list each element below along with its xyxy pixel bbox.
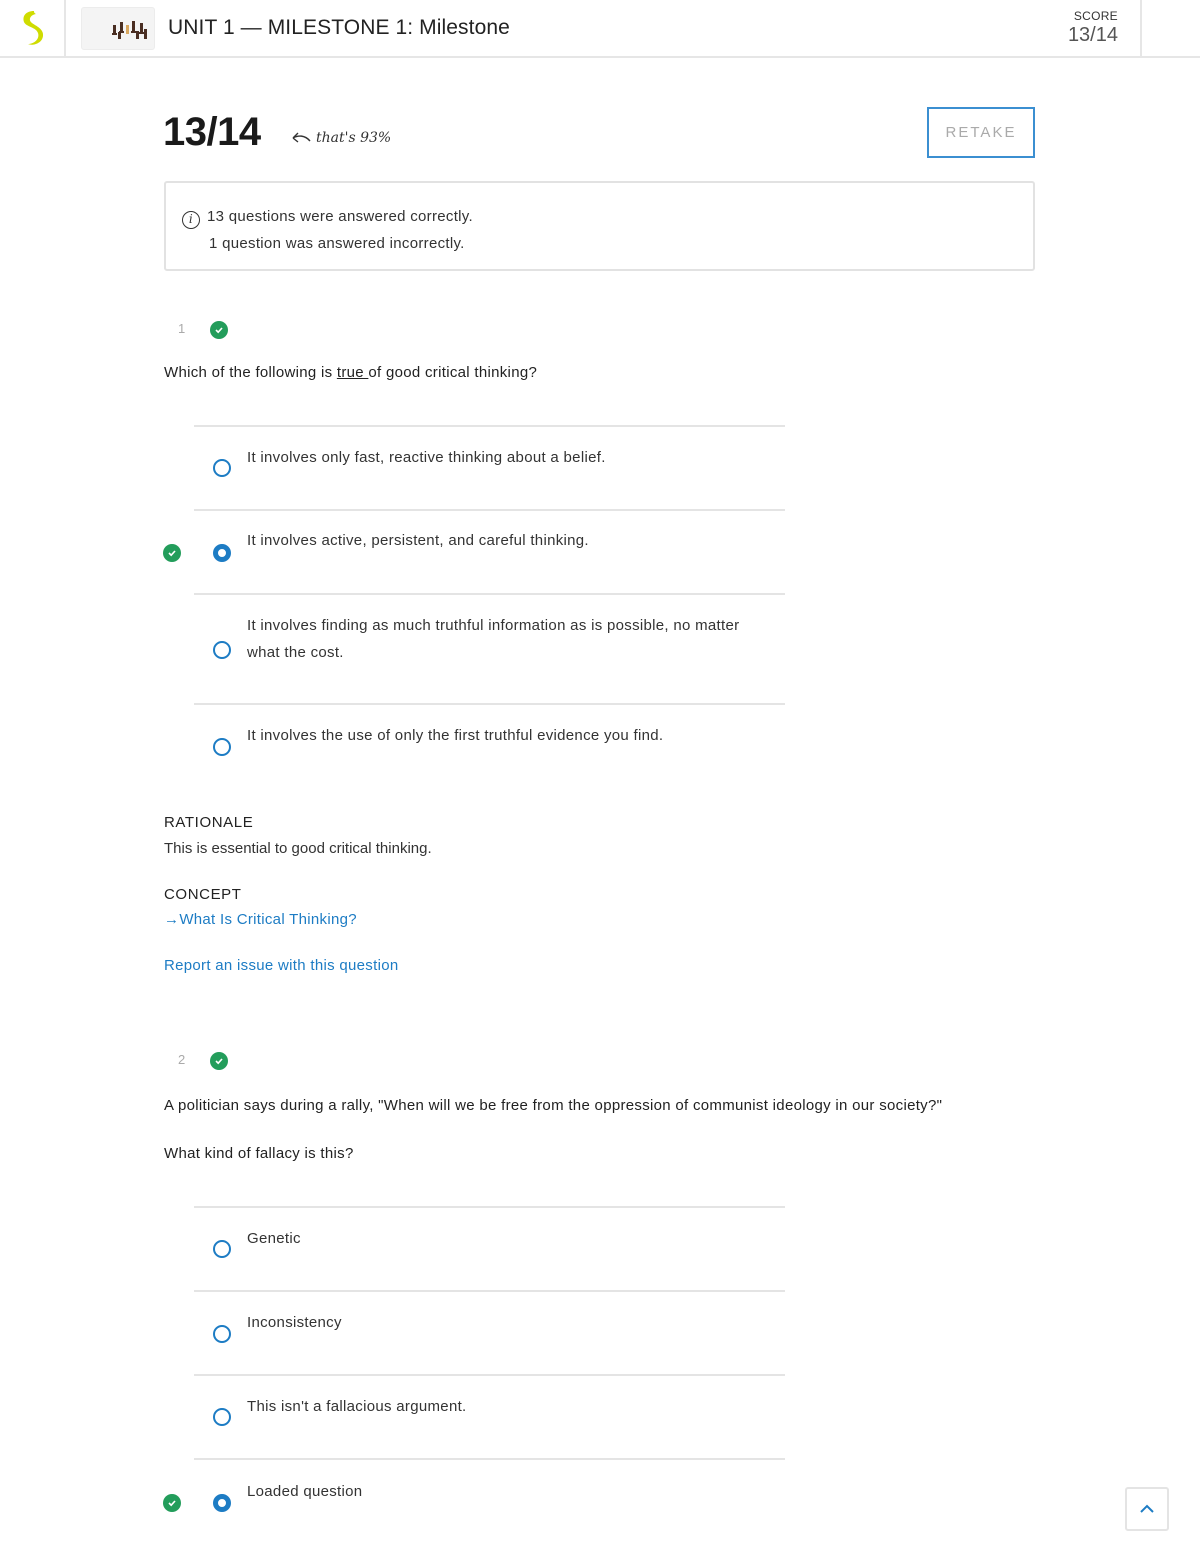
option-divider [194, 425, 785, 427]
option-text: Genetic [247, 1230, 301, 1247]
option-radio[interactable] [213, 1408, 231, 1426]
option-radio[interactable] [213, 738, 231, 756]
option-text: Inconsistency [247, 1314, 342, 1331]
result-score: 13/14 [163, 110, 261, 154]
milestone-thumbnail [81, 7, 155, 50]
percent-note: that's 93% [290, 130, 391, 146]
retake-button[interactable]: RETAKE [927, 107, 1035, 158]
incorrect-count-text: 1 question was answered incorrectly. [209, 235, 465, 252]
option-text: It involves finding as much truthful inf… [247, 617, 740, 661]
scroll-to-top-button[interactable] [1125, 1487, 1169, 1531]
option-radio[interactable] [213, 641, 231, 659]
question-number: 1 [178, 321, 186, 336]
score-value: 13/14 [1067, 24, 1118, 46]
correct-count-text: 13 questions were answered correctly. [207, 208, 473, 225]
option-radio[interactable] [213, 459, 231, 477]
question-number: 2 [178, 1052, 186, 1067]
sophia-logo-icon [23, 11, 44, 45]
question-prompt: A politician says during a rally, "When … [164, 1097, 943, 1114]
concept-label: CONCEPT [164, 886, 242, 903]
rationale-label: RATIONALE [164, 814, 254, 831]
option-divider [194, 1458, 785, 1460]
concept-link-text[interactable]: What Is Critical Thinking? [179, 911, 357, 928]
arrow-left-icon [292, 132, 311, 143]
option-divider [194, 509, 785, 511]
top-bar: UNIT 1 — MILESTONE 1: Milestone SCORE 13… [0, 0, 1200, 58]
question-prompt: Which of the following is true of good c… [164, 364, 537, 381]
concept-link[interactable]: →What Is Critical Thinking? [164, 911, 357, 928]
header-divider [1140, 0, 1142, 56]
option-radio[interactable] [213, 1240, 231, 1258]
option-text: It involves active, persistent, and care… [247, 532, 589, 549]
prompt-emphasis: true [336, 364, 369, 381]
option-divider [194, 593, 785, 595]
score-label: SCORE [1073, 9, 1118, 23]
correct-answer-check-icon [163, 1494, 181, 1512]
option-text: This isn't a fallacious argument. [247, 1398, 467, 1415]
option-radio[interactable] [213, 1325, 231, 1343]
option-radio-selected[interactable] [213, 544, 231, 562]
info-icon: i [182, 211, 200, 229]
rationale-text: This is essential to good critical think… [164, 840, 432, 857]
option-divider [194, 703, 785, 705]
correct-check-icon [210, 321, 228, 339]
report-issue-link[interactable]: Report an issue with this question [164, 957, 399, 974]
correct-answer-check-icon [163, 544, 181, 562]
option-divider [194, 1374, 785, 1376]
prompt-text: of good critical thinking? [368, 364, 538, 381]
chess-pieces-icon [112, 20, 147, 39]
option-divider [194, 1206, 785, 1208]
option-text: Loaded question [247, 1483, 363, 1500]
option-divider [194, 1290, 785, 1292]
option-text: It involves only fast, reactive thinking… [247, 449, 606, 466]
percent-text: that's 93% [316, 130, 392, 146]
arrow-right-icon: → [164, 911, 180, 928]
option-radio-selected[interactable] [213, 1494, 231, 1512]
chevron-up-icon [1140, 1504, 1154, 1513]
option-text: It involves the use of only the first tr… [247, 727, 664, 744]
milestone-title: UNIT 1 — MILESTONE 1: Milestone [168, 16, 510, 39]
question-subprompt: What kind of fallacy is this? [164, 1145, 354, 1162]
prompt-text: Which of the following is [164, 364, 337, 381]
sophia-logo[interactable] [0, 0, 66, 56]
header-score: SCORE 13/14 [1068, 9, 1118, 47]
correct-check-icon [210, 1052, 228, 1070]
correct-count-line: i 13 questions were answered correctly. [182, 203, 1017, 230]
result-info-box: i 13 questions were answered correctly. 1… [164, 181, 1035, 271]
